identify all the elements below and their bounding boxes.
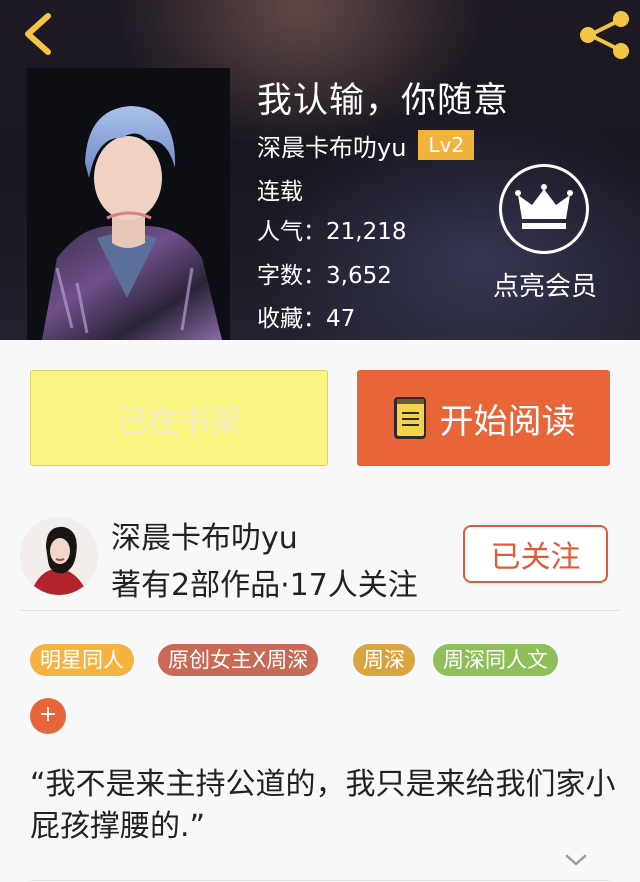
book-icon [393,397,426,439]
book-detail-body: 已在书架 开始阅读 深晨卡布叻yu 著有2部作品·17人关注 已关注 明星同人 … [0,340,640,882]
book-intro-quote: “我不是来主持公道的，我只是来给我们家小屁孩撑腰的.” [30,767,616,844]
tag-chip[interactable]: 周深 [353,644,415,676]
author-avatar[interactable] [20,517,98,595]
chevron-down-icon[interactable] [564,852,588,868]
favorites-label: 收藏： [257,306,326,332]
author-card-stats: 著有2部作品·17人关注 [111,568,418,603]
favorites-row: 收藏：47 [257,299,355,333]
share-icon[interactable] [576,10,634,60]
followed-button[interactable]: 已关注 [463,525,608,583]
in-shelf-button[interactable]: 已在书架 [30,370,328,466]
author-card-name[interactable]: 深晨卡布叻yu [111,513,298,557]
crown-icon [515,184,573,229]
book-cover-image[interactable] [27,68,230,340]
add-tag-button[interactable]: + [30,698,66,734]
vip-label: 点亮会员 [492,272,597,302]
level-badge: Lv2 [418,130,475,160]
tag-chip[interactable]: 周深同人文 [433,644,558,676]
popularity-row: 人气：21,218 [257,212,406,246]
tag-chip[interactable]: 明星同人 [30,644,134,676]
start-reading-button[interactable]: 开始阅读 [357,370,610,466]
vip-member-button[interactable]: 点亮会员 [485,164,605,304]
tag-chip[interactable]: 原创女主X周深 [158,644,319,676]
popularity-value: 21,218 [326,219,407,245]
word-count-row: 字数：3,652 [257,256,392,290]
author-line: 深晨卡布叻yu Lv2 [257,128,475,163]
start-reading-label: 开始阅读 [439,401,576,442]
book-header: 我认输，你随意 深晨卡布叻yu Lv2 连载 人气：21,218 字数：3,65… [0,0,640,340]
book-title: 我认输，你随意 [257,81,510,121]
author-name[interactable]: 深晨卡布叻yu [257,128,406,163]
back-chevron-left-icon[interactable] [18,12,62,56]
bottom-divider [30,880,610,881]
word-count-label: 字数： [257,263,326,289]
popularity-label: 人气： [257,219,326,245]
serial-status: 连载 [257,179,303,205]
vip-circle [499,164,589,254]
word-count-value: 3,652 [326,263,392,289]
favorites-value: 47 [326,306,356,332]
section-divider [20,610,620,611]
author-card: 深晨卡布叻yu 著有2部作品·17人关注 已关注 [0,505,640,605]
